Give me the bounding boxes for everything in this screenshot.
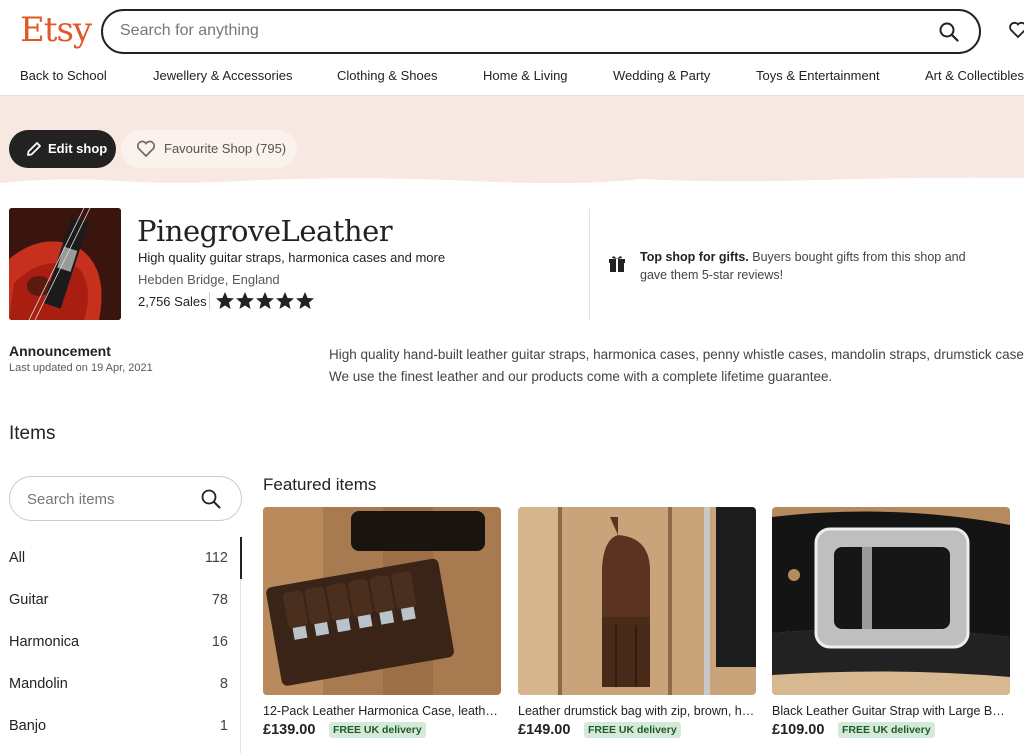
nav-back-to-school[interactable]: Back to School	[20, 68, 107, 83]
items-heading: Items	[9, 423, 56, 444]
star-icon	[276, 292, 294, 309]
shop-avatar[interactable]	[9, 208, 121, 320]
sales-divider	[209, 292, 210, 310]
category-count: 16	[211, 634, 228, 650]
heart-icon	[136, 140, 156, 158]
search-placeholder[interactable]: Search for anything	[120, 22, 259, 40]
listing-title[interactable]: Black Leather Guitar Strap with Large Bu…	[772, 704, 1010, 718]
announcement-title: Announcement	[9, 343, 111, 359]
free-delivery-badge: FREE UK delivery	[838, 722, 935, 738]
listing-image[interactable]	[263, 507, 501, 695]
favourites-heart-icon[interactable]	[1008, 20, 1024, 40]
site-header: Etsy Search for anything Back to School …	[0, 0, 1024, 96]
star-icon	[236, 292, 254, 309]
banner-wave	[0, 177, 1024, 189]
announcement-line-2: We use the finest leather and our produc…	[329, 369, 833, 384]
category-list: All 112 Guitar 78 Harmonica 16 Mandolin 8 Ba…	[9, 537, 241, 747]
category-name: Banjo	[9, 718, 47, 734]
category-harmonica[interactable]: Harmonica 16	[9, 621, 241, 663]
selected-category-indicator	[240, 537, 242, 579]
listing-card[interactable]: Leather drumstick bag with zip, brown, h…	[518, 507, 756, 741]
listing-price: £139.00	[263, 722, 316, 738]
free-delivery-badge: FREE UK delivery	[584, 722, 681, 738]
category-count: 8	[219, 676, 228, 692]
free-delivery-badge: FREE UK delivery	[329, 722, 426, 738]
top-shop-note: Top shop for gifts. Buyers bought gifts …	[640, 248, 990, 284]
listing-card[interactable]: 12-Pack Leather Harmonica Case, leather …	[263, 507, 501, 741]
shop-location: Hebden Bridge, England	[138, 272, 280, 287]
category-mandolin[interactable]: Mandolin 8	[9, 663, 241, 705]
announcement-line-1: High quality hand-built leather guitar s…	[329, 347, 1024, 362]
search-items-input[interactable]: Search items	[9, 476, 242, 521]
top-shop-bold: Top shop for gifts.	[640, 250, 749, 264]
listing-image[interactable]	[772, 507, 1010, 695]
listing-image[interactable]	[518, 507, 756, 695]
category-name: All	[9, 550, 26, 566]
nav-jewellery[interactable]: Jewellery & Accessories	[153, 68, 292, 83]
gift-icon	[609, 256, 625, 272]
favourite-shop-button[interactable]: Favourite Shop (795)	[121, 130, 297, 168]
shop-sales[interactable]: 2,756 Sales	[138, 294, 207, 309]
nav-home-living[interactable]: Home & Living	[483, 68, 568, 83]
shop-info-divider	[589, 209, 590, 320]
favourite-shop-label: Favourite Shop (795)	[164, 141, 287, 156]
category-name: Guitar	[9, 592, 49, 608]
shop-name: PinegroveLeather	[137, 214, 393, 248]
edit-shop-button[interactable]: Edit shop	[9, 130, 116, 168]
edit-shop-label: Edit shop	[48, 141, 108, 156]
featured-items-heading: Featured items	[263, 475, 377, 494]
announcement-text: High quality hand-built leather guitar s…	[329, 344, 1024, 388]
search-items-placeholder[interactable]: Search items	[27, 491, 115, 508]
listing-title[interactable]: 12-Pack Leather Harmonica Case, leather …	[263, 704, 501, 718]
pencil-icon	[27, 142, 41, 156]
category-guitar[interactable]: Guitar 78	[9, 579, 241, 621]
star-icon	[296, 292, 314, 309]
category-all[interactable]: All 112	[9, 537, 241, 579]
category-name: Harmonica	[9, 634, 80, 650]
nav-wedding[interactable]: Wedding & Party	[613, 68, 710, 83]
nav-art[interactable]: Art & Collectibles	[925, 68, 1024, 83]
search-icon[interactable]	[939, 22, 959, 42]
star-icon	[216, 292, 234, 309]
nav-toys[interactable]: Toys & Entertainment	[756, 68, 880, 83]
shop-tagline: High quality guitar straps, harmonica ca…	[138, 250, 446, 265]
listing-card[interactable]: Black Leather Guitar Strap with Large Bu…	[772, 507, 1010, 741]
listing-price: £149.00	[518, 722, 571, 738]
search-icon[interactable]	[201, 489, 221, 509]
announcement-date: Last updated on 19 Apr, 2021	[9, 362, 153, 374]
category-count: 112	[204, 550, 228, 566]
category-name: Mandolin	[9, 676, 68, 692]
category-count: 1	[219, 718, 228, 734]
listing-price: £109.00	[772, 722, 825, 738]
search-bar[interactable]: Search for anything	[101, 9, 981, 54]
category-divider	[240, 579, 241, 753]
category-count: 78	[211, 592, 228, 608]
star-icon	[256, 292, 274, 309]
rating-stars[interactable]	[215, 291, 315, 311]
nav-clothing[interactable]: Clothing & Shoes	[337, 68, 437, 83]
category-banjo[interactable]: Banjo 1	[9, 705, 241, 747]
etsy-logo[interactable]: Etsy	[20, 10, 92, 50]
category-nav: Back to School Jewellery & Accessories C…	[0, 66, 1024, 86]
listing-title[interactable]: Leather drumstick bag with zip, brown, h…	[518, 704, 756, 718]
